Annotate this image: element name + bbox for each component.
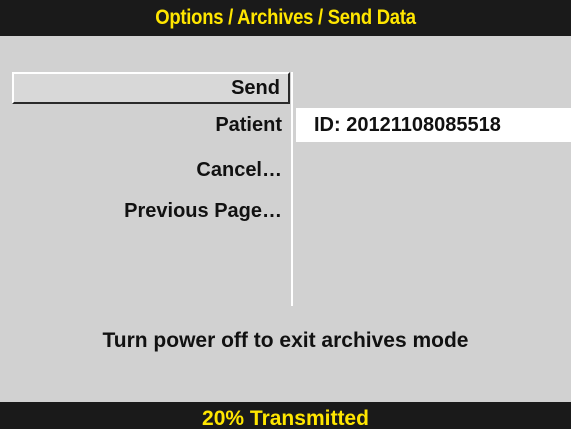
menu-item-send[interactable]: Send [12,72,290,104]
transmission-status-text: 20% Transmitted [202,407,369,429]
exit-instruction: Turn power off to exit archives mode [102,329,469,352]
page-title: Options / Archives / Send Data [34,0,537,36]
patient-id-display: ID: 20121108085518 [296,108,571,142]
menu-divider [291,72,293,306]
transmission-status-bar: 20% Transmitted [0,402,571,429]
menu-item-previous-page[interactable]: Previous Page… [12,196,290,226]
menu-item-patient[interactable]: Patient [12,110,290,140]
menu-item-cancel[interactable]: Cancel… [12,155,290,185]
